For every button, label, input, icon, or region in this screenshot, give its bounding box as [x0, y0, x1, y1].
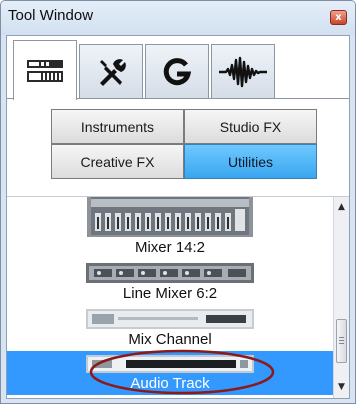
category-utilities-button[interactable]: Utilities — [184, 144, 317, 179]
close-button[interactable]: x — [330, 10, 347, 25]
line-mixer-6-2-thumbnail — [86, 263, 254, 283]
tab-mixer[interactable] — [13, 40, 77, 100]
scroll-thumb[interactable] — [336, 319, 347, 363]
waveform-tab-icon — [219, 56, 267, 87]
list-item-mix-channel[interactable]: Mix Channel — [7, 305, 333, 353]
category-grid: Instruments Studio FX Creative FX Utilit… — [51, 109, 317, 179]
scroll-down-icon[interactable]: ▼ — [337, 383, 346, 392]
tool-content: Instruments Studio FX Creative FX Utilit… — [6, 35, 350, 399]
mix-channel-thumbnail — [86, 309, 254, 329]
vertical-scrollbar[interactable]: ▲ ▼ — [333, 197, 349, 398]
tab-g[interactable] — [145, 44, 209, 98]
category-instruments-button[interactable]: Instruments — [51, 109, 184, 144]
device-list[interactable]: Mixer 14:2 Line Mixer 6:2 Mix Channel Au… — [7, 196, 349, 398]
list-item-mixer-14-2[interactable]: Mixer 14:2 — [7, 197, 333, 257]
tab-waveform[interactable] — [211, 44, 275, 98]
window-title: Tool Window — [8, 7, 94, 24]
title-bar[interactable]: Tool Window x — [1, 1, 355, 35]
g-tab-icon — [163, 57, 192, 85]
list-item-label: Mix Channel — [128, 331, 212, 348]
list-item-line-mixer-6-2[interactable]: Line Mixer 6:2 — [7, 259, 333, 303]
category-creative-fx-button[interactable]: Creative FX — [51, 144, 184, 179]
audio-track-thumbnail — [86, 355, 254, 373]
tab-strip — [7, 36, 349, 100]
list-item-label: Line Mixer 6:2 — [122, 285, 218, 302]
close-icon: x — [335, 12, 342, 23]
list-item-label: Mixer 14:2 — [134, 239, 206, 256]
scroll-up-icon[interactable]: ▲ — [337, 203, 346, 212]
tools-tab-icon — [100, 58, 126, 86]
list-item-label: Audio Track — [130, 375, 210, 392]
category-panel: Instruments Studio FX Creative FX Utilit… — [7, 98, 349, 198]
category-studio-fx-button[interactable]: Studio FX — [184, 109, 317, 144]
tab-tools[interactable] — [79, 44, 143, 98]
list-item-audio-track[interactable]: Audio Track — [7, 351, 333, 395]
mixer-14-2-thumbnail — [87, 197, 253, 237]
tool-window: Tool Window x Instruments Studio FX Crea… — [0, 0, 356, 404]
mixer-tab-icon — [27, 59, 63, 82]
